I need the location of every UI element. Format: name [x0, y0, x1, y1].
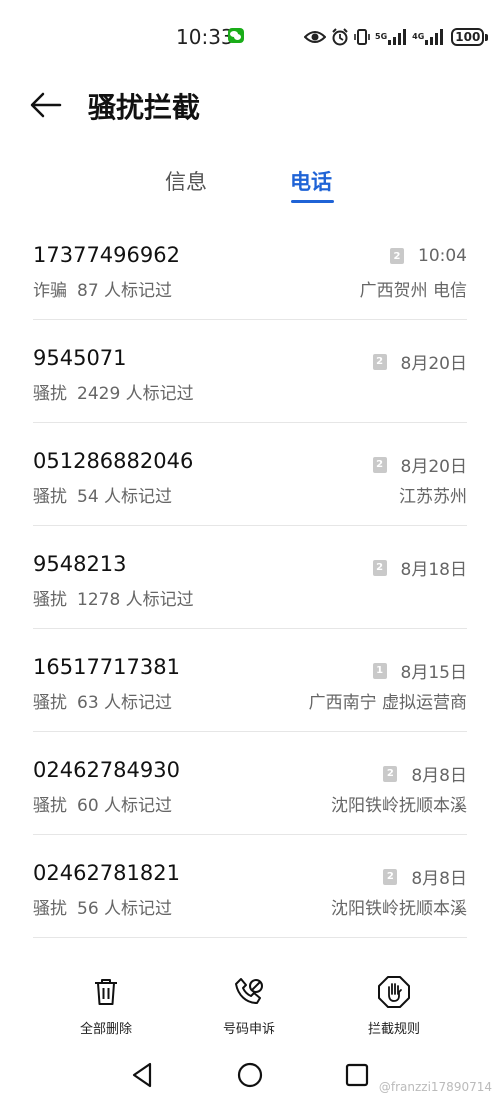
number-appeal-button[interactable]: 号码申诉 — [194, 975, 304, 1037]
call-location: 沈阳铁岭抚顺本溪 — [331, 796, 467, 816]
sim-card-icon: 2 — [390, 248, 404, 264]
call-tag: 骚扰 — [33, 487, 67, 507]
back-arrow-icon — [30, 92, 62, 118]
call-time-group: 2 8月18日 — [372, 555, 467, 580]
call-time-group: 2 10:04 — [390, 246, 467, 266]
sim-card-icon: 2 — [372, 559, 387, 576]
mark-count: 63 人标记过 — [77, 693, 173, 713]
call-time-group: 2 8月8日 — [383, 761, 467, 786]
call-row[interactable]: 02462784930 骚扰 60 人标记过 2 8月8日 沈阳铁岭抚顺本溪 — [33, 732, 467, 835]
call-number: 051286882046 — [33, 449, 194, 473]
call-number: 9548213 — [33, 552, 127, 576]
signal-5g: 5G — [375, 29, 407, 45]
sim-card-icon: 2 — [383, 765, 398, 782]
call-time: 8月20日 — [400, 354, 467, 374]
call-time: 8月15日 — [400, 663, 467, 683]
mark-count: 87 人标记过 — [77, 281, 173, 301]
battery-tip — [485, 33, 489, 41]
call-row[interactable]: 051286882046 骚扰 54 人标记过 2 8月20日 江苏苏州 — [33, 423, 467, 526]
wechat-notification-icon — [228, 28, 244, 43]
call-time-group: 2 8月20日 — [372, 349, 467, 374]
call-time-group: 1 8月15日 — [372, 658, 467, 683]
nav-back-icon[interactable] — [128, 1060, 158, 1090]
watermark: @franzzi17890714 — [378, 1080, 492, 1094]
call-time: 8月18日 — [400, 560, 467, 580]
status-time: 10:33 — [176, 25, 234, 49]
vibrate-icon — [354, 28, 370, 46]
call-time: 8月8日 — [411, 766, 467, 786]
app-header: 骚扰拦截 — [0, 72, 500, 142]
call-row[interactable]: 9548213 骚扰 1278 人标记过 2 8月18日 — [33, 526, 467, 629]
call-number: 16517717381 — [33, 655, 180, 679]
battery-icon: 100 — [451, 28, 485, 46]
call-time-group: 2 8月20日 — [372, 452, 467, 477]
call-row[interactable]: 9545071 骚扰 2429 人标记过 2 8月20日 — [33, 320, 467, 423]
bottom-action-bar: 全部删除 号码申诉 拦截规则 — [0, 975, 500, 1045]
sim-card-icon: 1 — [372, 662, 387, 679]
mark-count: 60 人标记过 — [77, 796, 173, 816]
call-tag: 骚扰 — [33, 899, 67, 919]
call-meta: 骚扰 63 人标记过 — [33, 688, 172, 713]
call-meta: 骚扰 60 人标记过 — [33, 791, 172, 816]
delete-all-label: 全部删除 — [79, 1022, 132, 1037]
mark-count: 56 人标记过 — [77, 899, 173, 919]
call-location: 江苏苏州 — [399, 487, 467, 507]
system-nav-bar: @franzzi17890714 — [0, 1052, 500, 1100]
active-tab-indicator — [291, 200, 334, 203]
call-row[interactable]: 16517717381 骚扰 63 人标记过 1 8月15日 广西南宁 虚拟运营商 — [33, 629, 467, 732]
call-time: 8月8日 — [411, 869, 467, 889]
call-meta: 骚扰 2429 人标记过 — [33, 379, 194, 404]
call-list: 17377496962 诈骗 87 人标记过 2 10:04 广西贺州 电信 954… — [0, 217, 500, 938]
block-rules-button[interactable]: 拦截规则 — [339, 975, 449, 1037]
call-number: 17377496962 — [33, 243, 180, 267]
phone-appeal-icon — [235, 978, 263, 1004]
alarm-icon — [331, 28, 349, 46]
sim-card-icon: 2 — [372, 353, 387, 370]
call-time: 10:04 — [418, 246, 467, 266]
call-meta: 骚扰 1278 人标记过 — [33, 585, 194, 610]
call-tag: 骚扰 — [33, 796, 67, 816]
sim-card-icon: 2 — [383, 868, 398, 885]
call-location: 沈阳铁岭抚顺本溪 — [331, 899, 467, 919]
tab-bar: 信息 电话 — [0, 160, 500, 210]
call-location: 广西南宁 虚拟运营商 — [308, 693, 467, 713]
call-row[interactable]: 02462781821 骚扰 56 人标记过 2 8月8日 沈阳铁岭抚顺本溪 — [33, 835, 467, 938]
sim-card-icon: 2 — [372, 456, 387, 473]
page-title: 骚扰拦截 — [88, 91, 201, 124]
block-hand-icon — [378, 976, 410, 1008]
call-meta: 诈骗 87 人标记过 — [33, 276, 172, 301]
tab-info[interactable]: 信息 — [165, 166, 207, 196]
tab-phone[interactable]: 电话 — [290, 166, 332, 196]
call-time: 8月20日 — [400, 457, 467, 477]
call-time-group: 2 8月8日 — [383, 864, 467, 889]
trash-icon — [95, 979, 117, 1005]
mark-count: 54 人标记过 — [77, 487, 173, 507]
delete-all-button[interactable]: 全部删除 — [51, 975, 161, 1037]
call-location: 广西贺州 电信 — [359, 281, 467, 301]
signal-4g: 4G — [412, 29, 444, 45]
number-appeal-label: 号码申诉 — [222, 1022, 275, 1037]
call-row[interactable]: 17377496962 诈骗 87 人标记过 2 10:04 广西贺州 电信 — [33, 217, 467, 320]
call-number: 02462781821 — [33, 861, 180, 885]
eye-icon — [304, 29, 326, 45]
call-meta: 骚扰 54 人标记过 — [33, 482, 172, 507]
block-rules-label: 拦截规则 — [367, 1022, 420, 1037]
call-number: 02462784930 — [33, 758, 180, 782]
status-icons: 5G 4G 100 — [304, 24, 489, 50]
call-tag: 骚扰 — [33, 693, 67, 713]
nav-home-icon[interactable] — [235, 1060, 265, 1090]
mark-count: 1278 人标记过 — [77, 590, 194, 610]
call-tag: 骚扰 — [33, 384, 67, 404]
status-bar: 10:33 5G 4G 100 — [0, 0, 500, 72]
nav-recents-icon[interactable] — [342, 1060, 372, 1090]
back-button[interactable] — [30, 88, 70, 122]
call-meta: 骚扰 56 人标记过 — [33, 894, 172, 919]
call-number: 9545071 — [33, 346, 127, 370]
call-tag: 诈骗 — [33, 281, 67, 301]
mark-count: 2429 人标记过 — [77, 384, 194, 404]
call-tag: 骚扰 — [33, 590, 67, 610]
